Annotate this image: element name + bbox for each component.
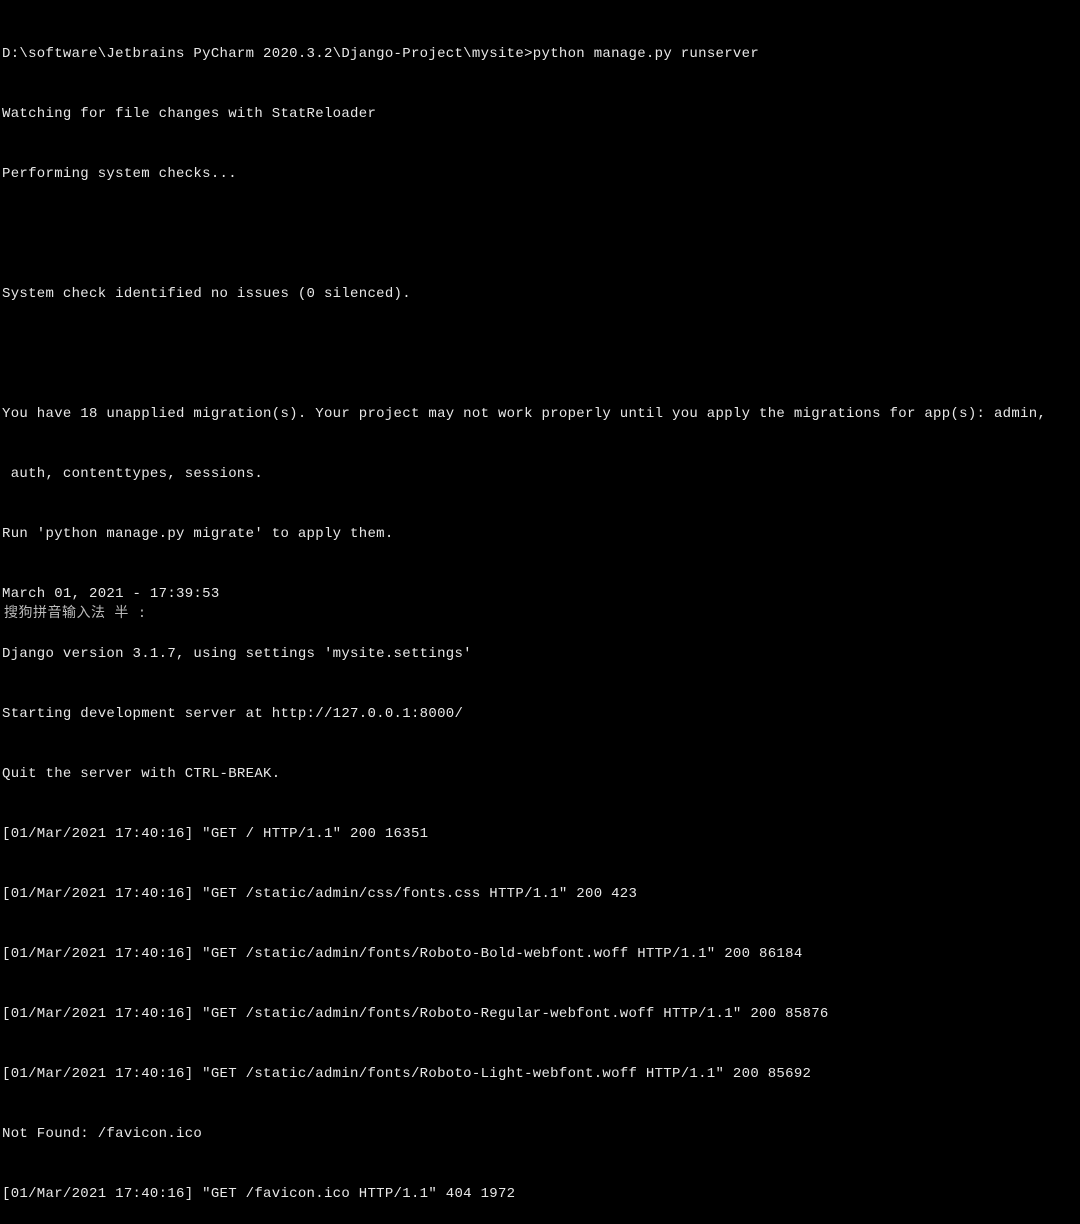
output-line: [01/Mar/2021 17:40:16] "GET /static/admi… [2, 884, 1078, 904]
output-line: March 01, 2021 - 17:39:53 [2, 584, 1078, 604]
command-line: D:\software\Jetbrains PyCharm 2020.3.2\D… [2, 44, 1078, 64]
output-line: auth, contenttypes, sessions. [2, 464, 1078, 484]
output-line: [01/Mar/2021 17:40:16] "GET /static/admi… [2, 1064, 1078, 1084]
ime-status-bar: 搜狗拼音输入法 半 : [4, 604, 147, 624]
output-line: [01/Mar/2021 17:40:16] "GET / HTTP/1.1" … [2, 824, 1078, 844]
output-line: Not Found: /favicon.ico [2, 1124, 1078, 1144]
output-line: Starting development server at http://12… [2, 704, 1078, 724]
output-line: Watching for file changes with StatReloa… [2, 104, 1078, 124]
output-line: Django version 3.1.7, using settings 'my… [2, 644, 1078, 664]
output-line: You have 18 unapplied migration(s). Your… [2, 404, 1078, 424]
output-line: Run 'python manage.py migrate' to apply … [2, 524, 1078, 544]
output-line: Performing system checks... [2, 164, 1078, 184]
prompt-path: D:\software\Jetbrains PyCharm 2020.3.2\D… [2, 46, 533, 62]
output-line: Quit the server with CTRL-BREAK. [2, 764, 1078, 784]
terminal-output[interactable]: D:\software\Jetbrains PyCharm 2020.3.2\D… [2, 4, 1078, 1224]
output-line [2, 224, 1078, 244]
output-line [2, 344, 1078, 364]
output-line: [01/Mar/2021 17:40:16] "GET /favicon.ico… [2, 1184, 1078, 1204]
output-line: System check identified no issues (0 sil… [2, 284, 1078, 304]
output-line: [01/Mar/2021 17:40:16] "GET /static/admi… [2, 944, 1078, 964]
typed-command: python manage.py runserver [533, 46, 759, 62]
output-line: [01/Mar/2021 17:40:16] "GET /static/admi… [2, 1004, 1078, 1024]
